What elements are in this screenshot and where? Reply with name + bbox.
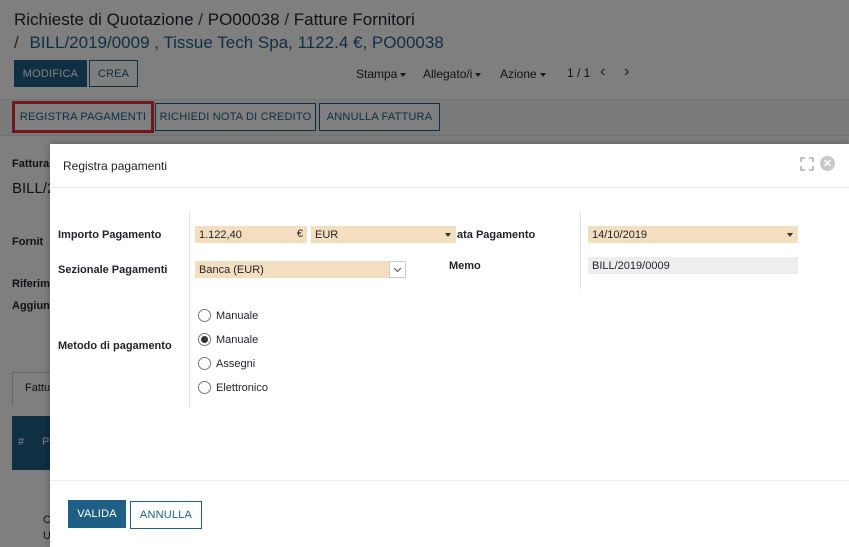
currency-symbol: € bbox=[296, 228, 303, 240]
caret-down-icon bbox=[445, 233, 451, 237]
currency-value: EUR bbox=[315, 228, 339, 241]
currency-select[interactable]: EUR bbox=[311, 226, 456, 243]
chevron-down-icon[interactable] bbox=[389, 261, 406, 278]
data-pagamento-label: ata Pagamento bbox=[457, 229, 536, 241]
close-icon[interactable]: ✕ bbox=[820, 156, 835, 171]
radio-option-manuale[interactable]: Manuale bbox=[198, 309, 258, 322]
radio-option-manuale-selected[interactable]: Manuale bbox=[198, 333, 258, 346]
radio-button-selected[interactable] bbox=[198, 333, 211, 346]
divider bbox=[580, 213, 581, 289]
modal-footer: VALIDA ANNULLA bbox=[50, 480, 849, 547]
importo-label: Importo Pagamento bbox=[58, 229, 162, 241]
radio-option-assegni[interactable]: Assegni bbox=[198, 357, 255, 370]
annulla-button[interactable]: ANNULLA bbox=[130, 501, 202, 529]
memo-field[interactable]: BILL/2019/0009 bbox=[588, 257, 798, 274]
registra-pagamenti-dialog: Registra pagamenti ✕ Importo Pagamento 1… bbox=[50, 144, 849, 547]
radio-label: Manuale bbox=[216, 333, 259, 346]
radio-button[interactable] bbox=[198, 357, 211, 370]
radio-button[interactable] bbox=[198, 381, 211, 394]
sezionale-value: Banca (EUR) bbox=[199, 263, 264, 276]
importo-input[interactable]: 1.122,40 € bbox=[195, 226, 307, 243]
importo-value: 1.122,40 bbox=[199, 228, 242, 241]
radio-label: Assegni bbox=[216, 357, 256, 370]
valida-button[interactable]: VALIDA bbox=[68, 500, 126, 528]
metodo-label: Metodo di pagamento bbox=[58, 340, 172, 352]
radio-label: Manuale bbox=[216, 309, 259, 322]
divider bbox=[189, 213, 190, 407]
radio-label: Elettronico bbox=[216, 381, 268, 394]
sezionale-label: Sezionale Pagamenti bbox=[58, 264, 168, 276]
memo-value: BILL/2019/0009 bbox=[592, 259, 670, 272]
radio-option-elettronico[interactable]: Elettronico bbox=[198, 381, 268, 394]
radio-button[interactable] bbox=[198, 309, 211, 322]
data-pagamento-value: 14/10/2019 bbox=[592, 228, 648, 241]
modal-title: Registra pagamenti bbox=[63, 159, 168, 173]
sezionale-select[interactable]: Banca (EUR) bbox=[195, 261, 406, 278]
modal-header: Registra pagamenti ✕ bbox=[50, 144, 849, 188]
data-pagamento-input[interactable]: 14/10/2019 bbox=[588, 226, 798, 243]
memo-label: Memo bbox=[449, 260, 481, 272]
expand-icon[interactable] bbox=[800, 157, 814, 171]
caret-down-icon bbox=[787, 233, 793, 237]
